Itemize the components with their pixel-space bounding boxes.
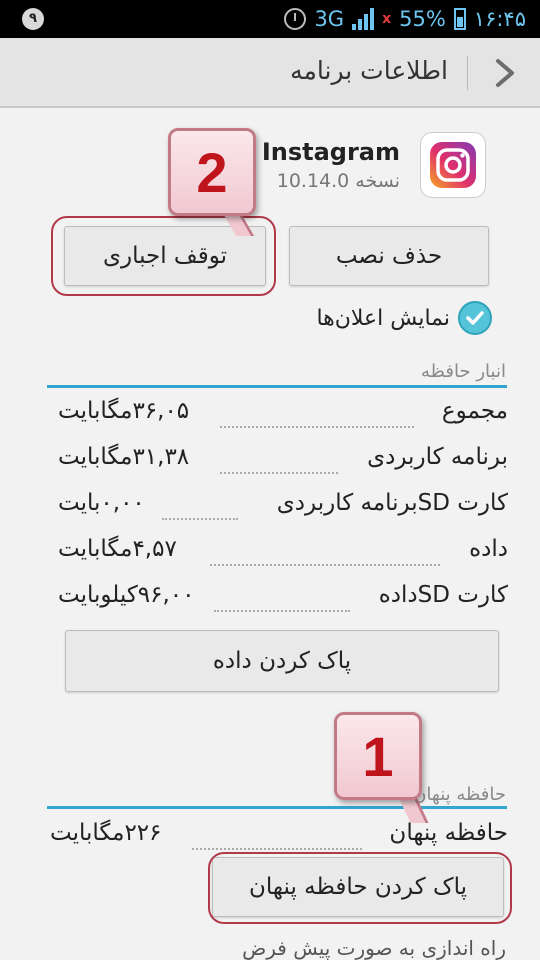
instagram-logo-icon: [430, 142, 476, 188]
instagram-app-icon: [420, 132, 486, 198]
storage-row-label: برنامه کاربردی: [367, 444, 508, 470]
cache-row-label: حافظه پنهان: [389, 820, 508, 846]
storage-section-divider: [47, 385, 507, 388]
storage-row-label: کارت SDداده: [378, 582, 508, 608]
page-title: اطلاعات برنامه: [290, 56, 448, 85]
title-divider: [467, 56, 468, 90]
alarm-icon: [284, 8, 307, 30]
storage-row-sd-data: کارت SDداده ۹۶,۰۰کیلوبایت: [58, 582, 508, 618]
chevron-right-icon[interactable]: [492, 58, 518, 88]
cache-row-value: ۲۲۶مگابایت: [50, 820, 162, 846]
storage-row-label: داده: [469, 536, 508, 562]
title-bar: اطلاعات برنامه: [0, 38, 540, 108]
uninstall-button[interactable]: حذف نصب: [289, 226, 489, 286]
app-name: Instagram: [261, 138, 400, 166]
cache-section-divider: [47, 806, 507, 809]
storage-row-value: ۰,۰۰بایت: [58, 490, 145, 516]
signal-icon: [352, 8, 375, 30]
storage-row-value: ۴,۵۷مگابایت: [58, 536, 177, 562]
storage-section-title: انبار حافظه: [421, 361, 506, 382]
callout-2: 2: [168, 128, 256, 216]
clear-data-button[interactable]: پاک کردن داده: [65, 630, 499, 692]
callout-number: 1: [362, 724, 394, 788]
clear-cache-highlight: [208, 852, 512, 924]
launch-by-default-title: راه اندازی به صورت پیش فرض: [242, 936, 506, 960]
app-version: نسخه 10.14.0: [276, 170, 400, 192]
status-icons: 3G x 55% ۱۶:۴۵: [284, 4, 526, 34]
battery-percent: 55%: [399, 7, 446, 31]
storage-row-value: ۳۶,۰۵مگابایت: [58, 398, 190, 424]
cache-section-title: حافظه پنهان: [413, 784, 506, 805]
storage-row-total: مجموع ۳۶,۰۵مگابایت: [58, 398, 508, 434]
storage-row-label: مجموع: [441, 398, 508, 424]
storage-row-app: برنامه کاربردی ۳۱,۳۸مگابایت: [58, 444, 508, 480]
callout-1: 1: [334, 712, 422, 800]
cache-row: حافظه پنهان ۲۲۶مگابایت: [50, 820, 508, 856]
no-sim-icon: x: [382, 11, 392, 27]
battery-icon: [453, 8, 466, 30]
storage-row-value: ۳۱,۳۸مگابایت: [58, 444, 190, 470]
network-type: 3G: [314, 7, 345, 31]
status-bar: ۹ 3G x 55% ۱۶:۴۵: [0, 0, 540, 38]
storage-row-value: ۹۶,۰۰کیلوبایت: [58, 582, 195, 608]
show-notifications-label: نمایش اعلان‌ها: [316, 305, 450, 331]
storage-row-data: داده ۴,۵۷مگابایت: [58, 536, 508, 572]
storage-row-label: کارت SDبرنامه کاربردی: [276, 490, 508, 516]
notification-count-badge: ۹: [22, 8, 44, 30]
show-notifications-row[interactable]: نمایش اعلان‌ها: [316, 300, 492, 336]
clock: ۱۶:۴۵: [473, 7, 526, 31]
callout-number: 2: [196, 140, 228, 204]
storage-row-sd-app: کارت SDبرنامه کاربردی ۰,۰۰بایت: [58, 490, 508, 526]
checkbox-checked-icon[interactable]: [458, 301, 492, 335]
